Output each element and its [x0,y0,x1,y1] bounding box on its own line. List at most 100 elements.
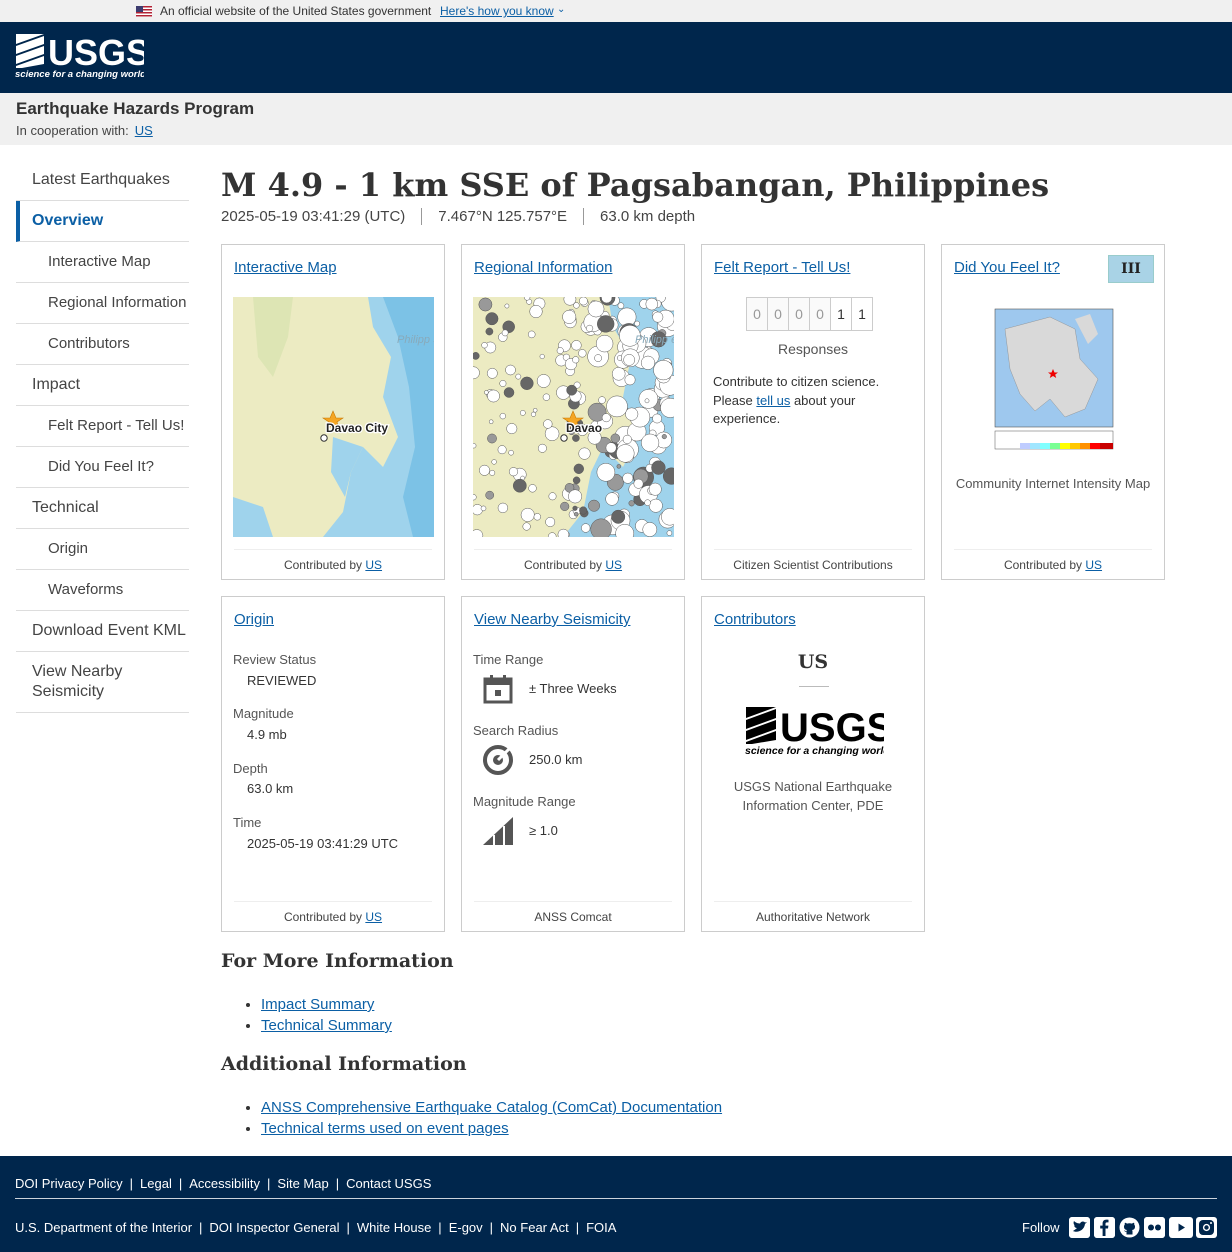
footer-link-inspector-general[interactable]: DOI Inspector General [209,1220,339,1235]
contributor-link[interactable]: US [1085,558,1102,572]
earthquake-dot [644,398,650,404]
technical-terms-link[interactable]: Technical terms used on event pages [261,1120,509,1137]
contributed-by-label: Contributed by [523,558,603,572]
github-icon[interactable] [1119,1217,1140,1238]
dyfi-link[interactable]: Did You Feel It? [954,259,1060,276]
sidebar-item-waveforms[interactable]: Waveforms [16,570,189,611]
sidebar-item-dyfi[interactable]: Did You Feel It? [16,447,189,488]
footer-link-privacy[interactable]: DOI Privacy Policy [15,1176,123,1191]
earthquake-dot [644,499,651,506]
time-value: 2025-05-19 03:41:29 UTC [247,836,399,851]
separator: | [346,1220,350,1235]
how-you-know-link[interactable]: Here's how you know [440,4,554,18]
earthquake-dot [642,522,658,537]
footer-link-no-fear-act[interactable]: No Fear Act [500,1220,569,1235]
technical-summary-link[interactable]: Technical Summary [261,1017,392,1034]
footer-link-egov[interactable]: E-gov [449,1220,483,1235]
card-footer: Contributed by US [234,901,432,931]
magnitude-ramp-icon [483,817,513,845]
usgs-logo[interactable]: USGS science for a changing world [14,30,144,82]
sidebar-item-download-kml[interactable]: Download Event KML [16,611,189,652]
footer-link-legal[interactable]: Legal [140,1176,172,1191]
contributor-link[interactable]: US [605,558,622,572]
program-title[interactable]: Earthquake Hazards Program [16,99,254,119]
card-origin: Origin Review Status REVIEWED Magnitude … [221,596,445,932]
earthquake-dot [491,459,497,465]
contributor-name: USGS National Earthquake Information Cen… [733,779,893,813]
footer-link-foia[interactable]: FOIA [586,1220,616,1235]
footer-link-contact[interactable]: Contact USGS [346,1176,431,1191]
contributors-link[interactable]: Contributors [714,611,796,628]
facebook-icon[interactable] [1094,1217,1115,1238]
separator: | [267,1176,271,1191]
interactive-map-thumbnail[interactable]: Philipp Sea Davao City [233,297,434,537]
earthquake-dot [562,309,577,324]
earthquake-dot [486,367,498,379]
impact-summary-link[interactable]: Impact Summary [261,996,374,1013]
sidebar-item-overview[interactable]: Overview [16,201,189,242]
felt-report-text: Contribute to citizen science. Please te… [713,373,904,429]
earthquake-dot [539,353,545,360]
comcat-docs-link[interactable]: ANSS Comprehensive Earthquake Catalog (C… [261,1099,722,1116]
usgs-logo: USGS science for a changing world [745,706,884,757]
tell-us-link[interactable]: tell us [756,393,790,408]
magnitude-range-value: ≥ 1.0 [529,823,558,838]
time-range-label: Time Range [473,652,544,667]
cooperation-line: In cooperation with: US [16,123,153,138]
divider [799,686,829,687]
footer-links-secondary: U.S. Department of the Interior | DOI Ins… [15,1220,616,1235]
youtube-icon[interactable] [1169,1217,1193,1238]
earthquake-dot [505,364,516,376]
sidebar-item-felt-report[interactable]: Felt Report - Tell Us! [16,406,189,447]
contributor-link[interactable]: US [365,558,382,572]
interactive-map-link[interactable]: Interactive Map [234,259,337,276]
footer-link-sitemap[interactable]: Site Map [277,1176,328,1191]
earthquake-dot [581,523,591,533]
separator: | [489,1220,494,1235]
more-info-heading: For More Information [221,950,454,972]
sidebar-item-contributors[interactable]: Contributors [16,324,189,365]
earthquake-dot [528,484,537,493]
sidebar-item-latest-earthquakes[interactable]: Latest Earthquakes [16,160,189,201]
twitter-icon[interactable] [1069,1217,1090,1238]
sidebar-item-regional-information[interactable]: Regional Information [16,283,189,324]
sidebar-item-nearby-seismicity[interactable]: View Nearby Seismicity [16,652,189,713]
footer-link-doi[interactable]: U.S. Department of the Interior [15,1220,192,1235]
sidebar-item-technical[interactable]: Technical [16,488,189,529]
earthquake-dot [566,384,578,396]
regional-map-thumbnail[interactable]: Philipp es Davao [473,297,674,537]
earthquake-dot [503,387,515,398]
footer-link-white-house[interactable]: White House [357,1220,431,1235]
contributor-link[interactable]: US [365,910,382,924]
time-label: Time [233,815,262,830]
responses-label: Responses [777,341,849,357]
earthquake-dot [520,507,535,522]
earthquake-dot [497,502,509,514]
radius-target-icon [483,744,514,775]
sidebar-item-impact[interactable]: Impact [16,365,189,406]
regional-information-link[interactable]: Regional Information [474,259,612,276]
footer-link-accessibility[interactable]: Accessibility [189,1176,260,1191]
nearby-seismicity-link[interactable]: View Nearby Seismicity [474,611,630,628]
map-sea-label: Philipp Sea [397,334,434,346]
earthquake-dot [625,407,639,421]
review-status-label: Review Status [233,652,317,667]
earthquake-dot [586,324,594,332]
sidebar-item-origin[interactable]: Origin [16,529,189,570]
instagram-icon[interactable] [1196,1217,1217,1238]
earthquake-dot [545,517,556,527]
felt-report-link[interactable]: Felt Report - Tell Us! [714,259,850,276]
earthquake-dot [479,464,490,476]
earthquake-dot [597,315,615,333]
cooperation-link[interactable]: US [135,123,153,138]
contributor-code: US [797,651,829,673]
origin-link[interactable]: Origin [234,611,274,628]
sidebar-item-interactive-map[interactable]: Interactive Map [16,242,189,283]
event-sidebar-nav: Latest Earthquakes Overview Interactive … [16,160,189,713]
intensity-map-thumbnail[interactable] [980,299,1130,459]
flickr-icon[interactable] [1144,1217,1165,1238]
counter-digit: 0 [809,297,831,331]
earthquake-dot [616,464,622,469]
chevron-down-icon[interactable]: ⌄ [557,4,565,15]
contributed-by-label: Contributed by [1003,558,1083,572]
